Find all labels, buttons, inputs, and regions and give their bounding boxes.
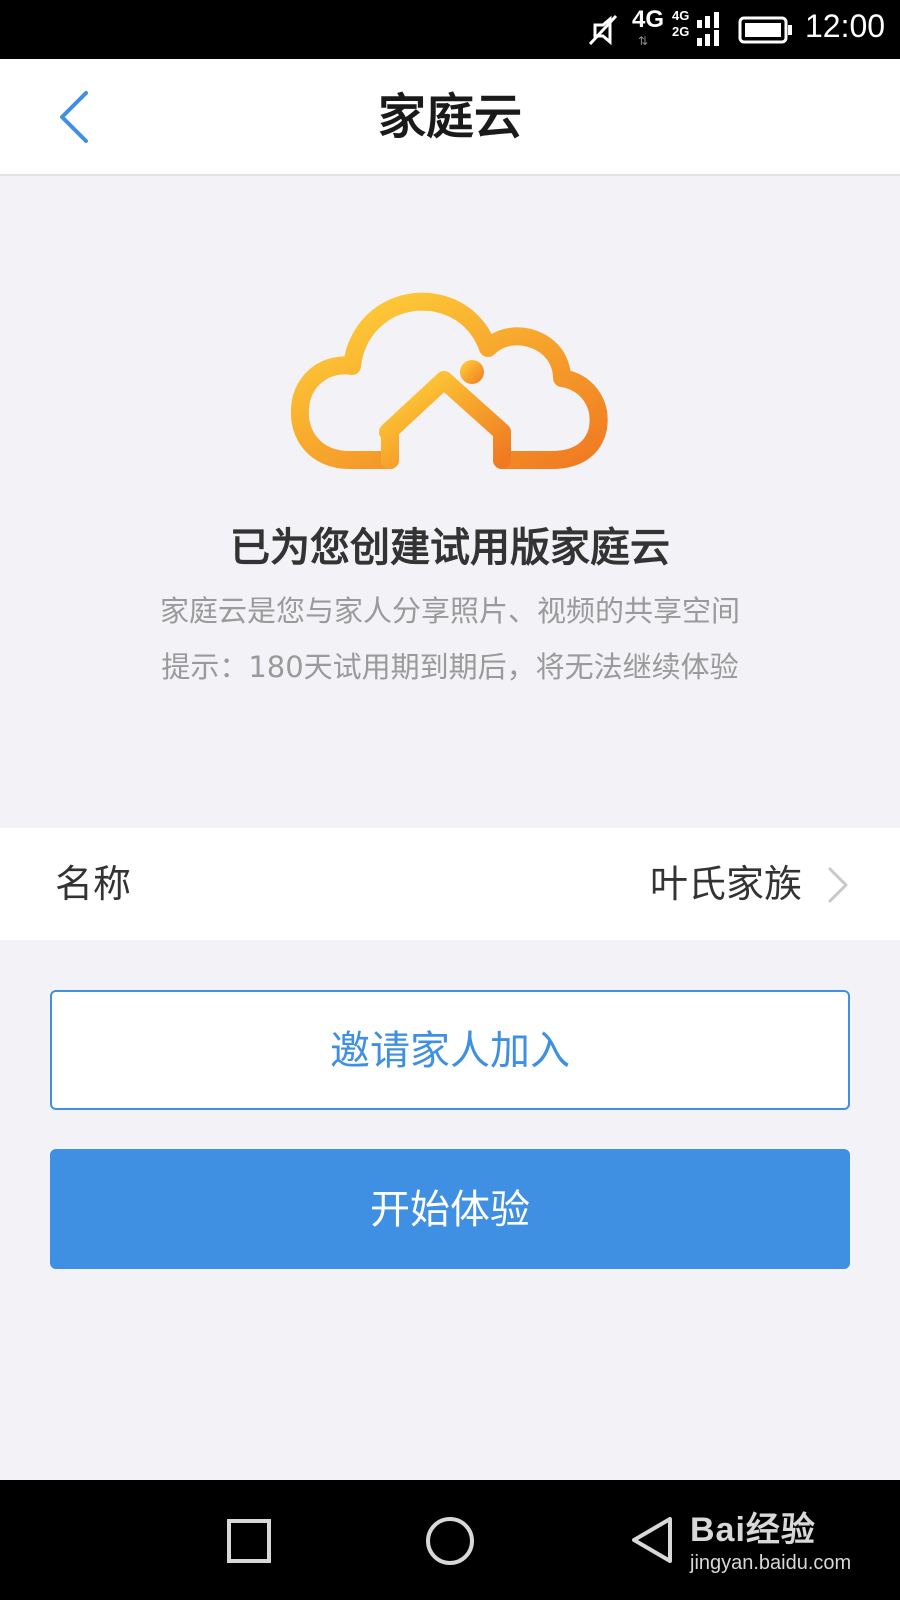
- family-name-row[interactable]: 名称 叶氏家族: [0, 828, 900, 940]
- clock: 12:00: [805, 8, 886, 44]
- signal-icon: [697, 12, 719, 46]
- battery-icon: [738, 16, 792, 44]
- recent-apps-icon[interactable]: [226, 1518, 272, 1564]
- start-experience-button[interactable]: 开始体验: [50, 1149, 850, 1269]
- network-bottom: 2G: [672, 24, 690, 39]
- mute-icon: [588, 14, 618, 46]
- status-bar: 4G ⇅ 4G 2G 12:00: [0, 0, 900, 59]
- watermark-url: jingyan.baidu.com: [690, 1552, 852, 1574]
- network-top: 4G: [672, 8, 690, 23]
- invite-family-button[interactable]: 邀请家人加入: [50, 990, 850, 1110]
- name-value: 叶氏家族: [649, 862, 802, 906]
- description-text: 家庭云是您与家人分享照片、视频的共享空间: [159, 594, 740, 628]
- watermark-brand: Bai经验: [690, 1511, 816, 1549]
- back-icon[interactable]: [50, 89, 100, 145]
- cloud-house-icon: [290, 292, 608, 469]
- headline: 已为您创建试用版家庭云: [230, 525, 670, 571]
- tip-text: 提示：180天试用期到期后，将无法继续体验: [161, 650, 739, 684]
- page-title: 家庭云: [377, 89, 522, 145]
- chevron-right-icon: [828, 867, 848, 903]
- system-nav-bar: Bai经验 jingyan.baidu.com: [0, 1480, 900, 1600]
- data-activity-icon: ⇅: [638, 34, 649, 48]
- name-label: 名称: [55, 862, 132, 906]
- nav-back-icon[interactable]: [628, 1515, 674, 1565]
- watermark: Bai经验 jingyan.baidu.com: [690, 1502, 890, 1592]
- home-icon[interactable]: [424, 1515, 476, 1567]
- dual-network-indicator: 4G 2G: [672, 8, 689, 40]
- network-type: 4G: [632, 6, 665, 33]
- app-header: 家庭云: [0, 59, 900, 176]
